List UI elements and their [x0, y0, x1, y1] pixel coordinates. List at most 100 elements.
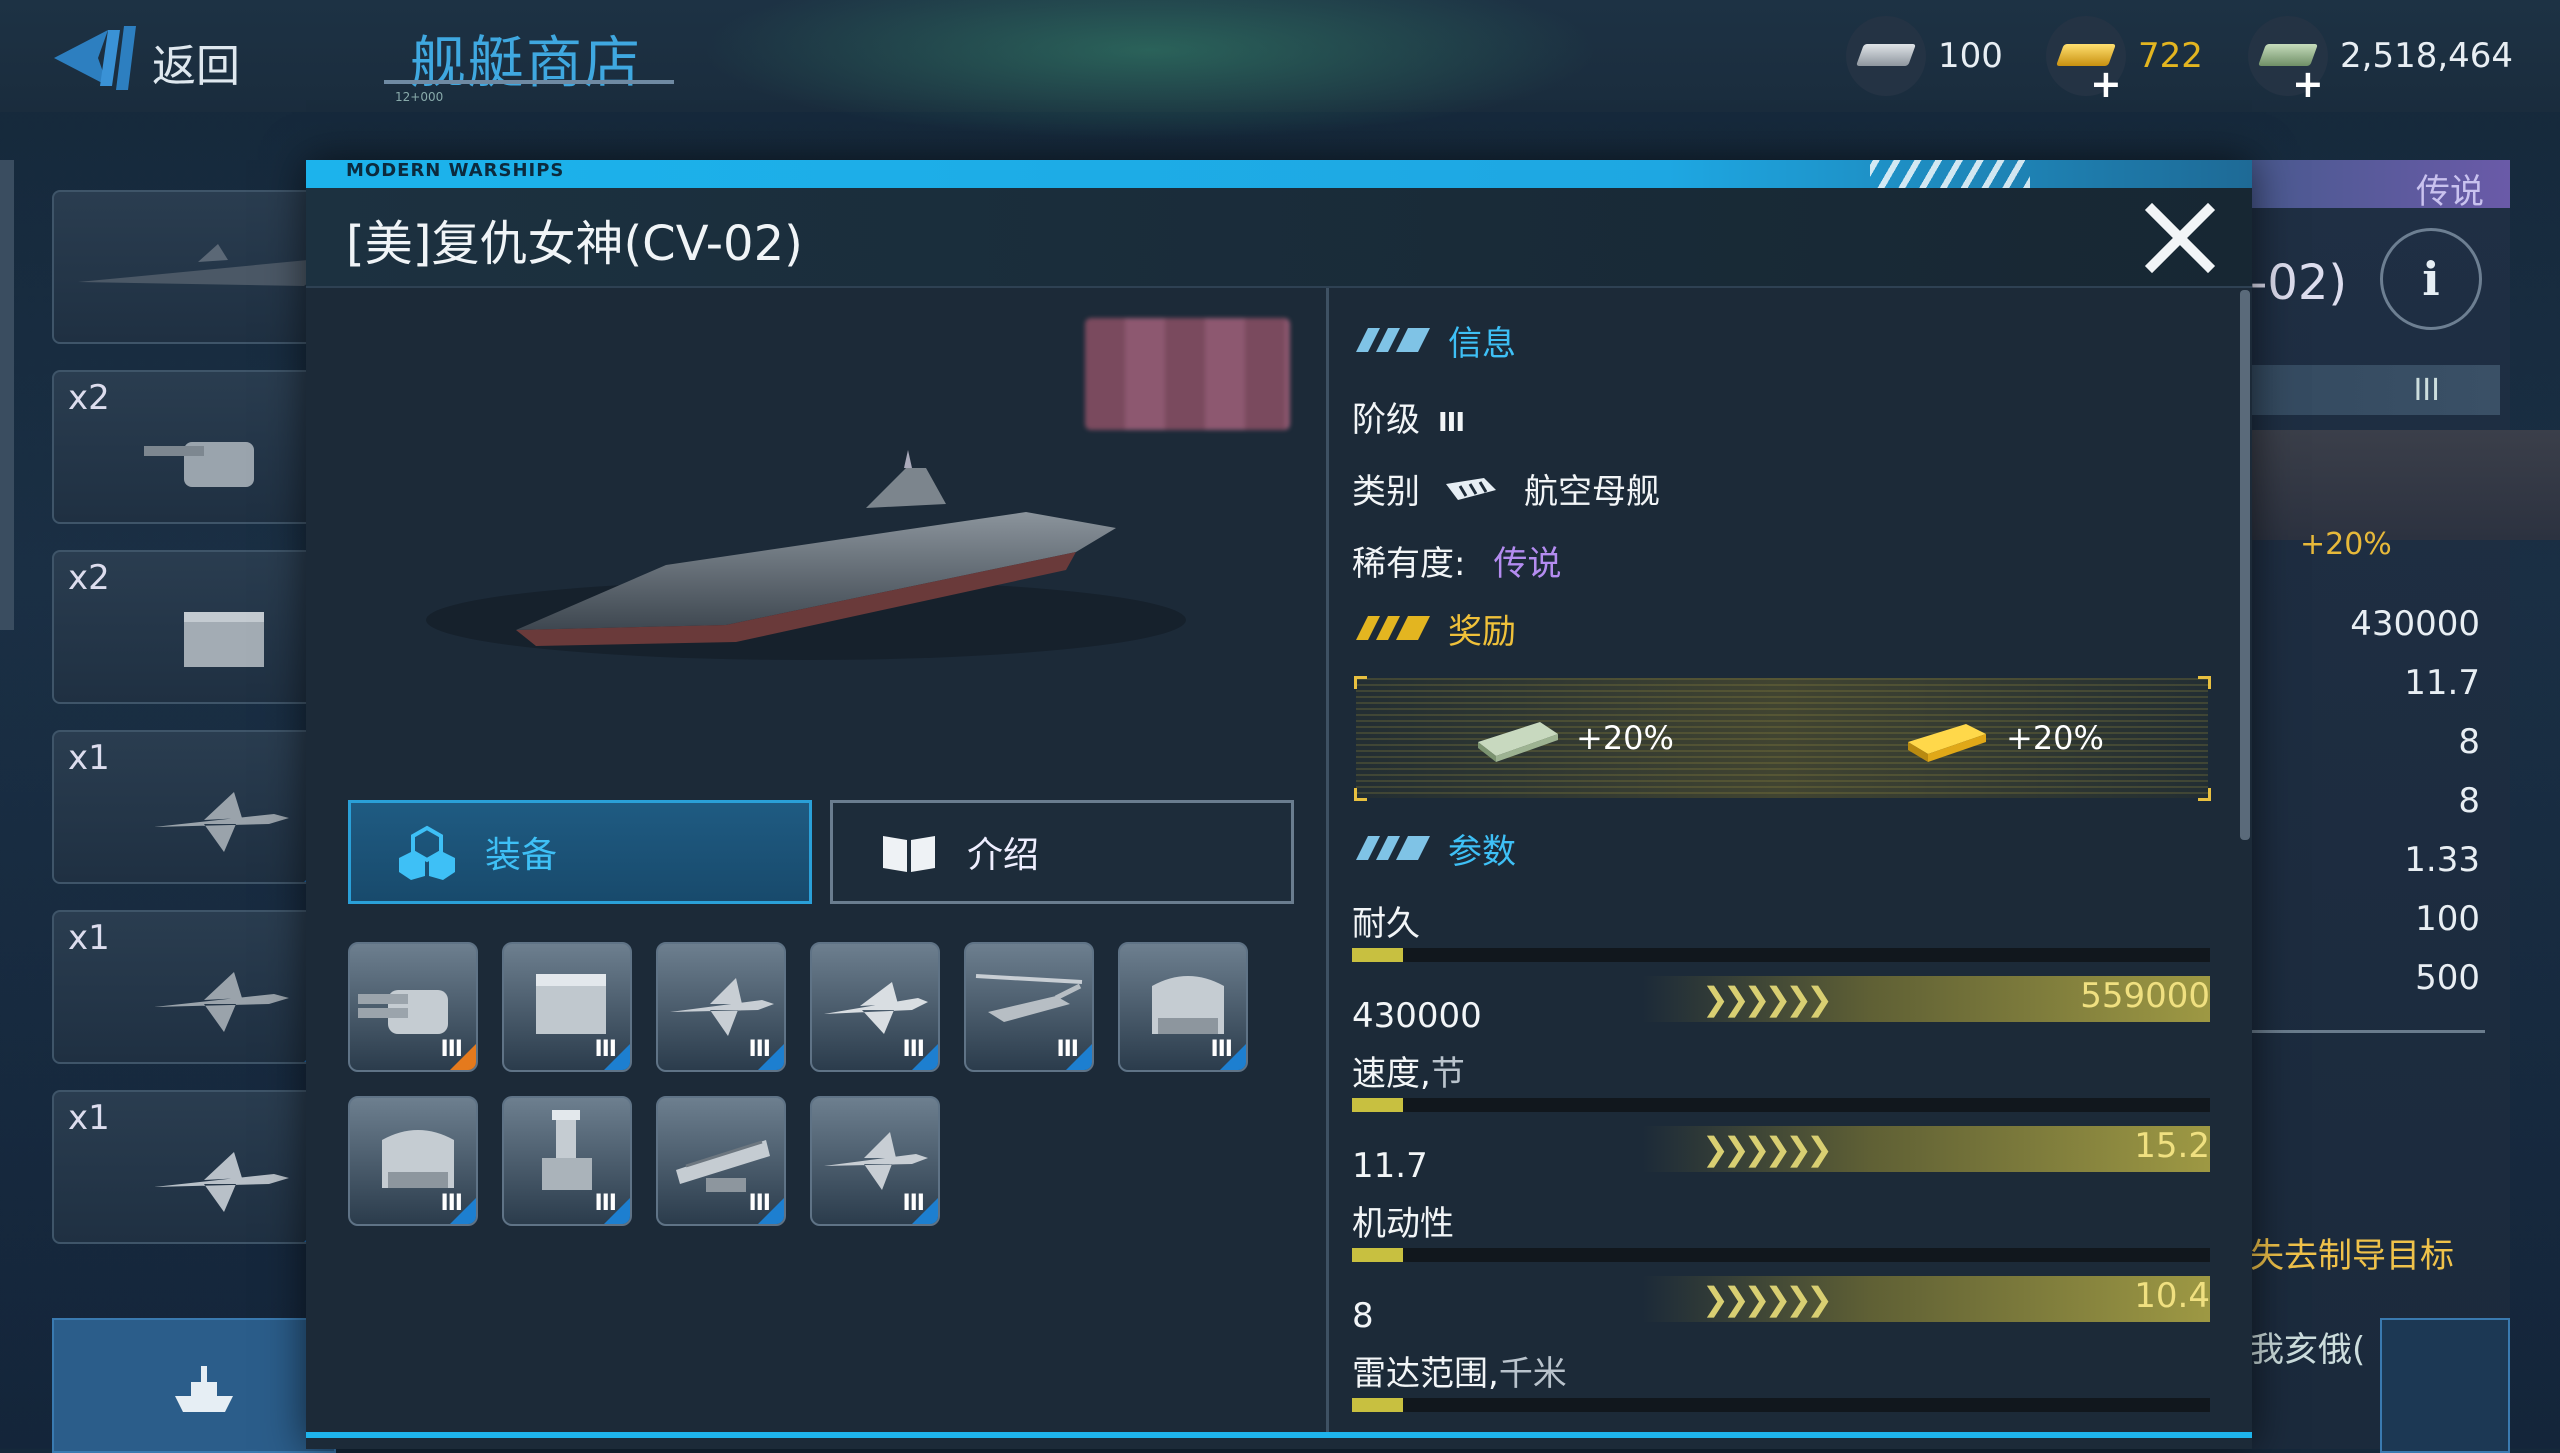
plus-icon[interactable]: +: [2090, 62, 2122, 106]
list-item[interactable]: x1: [52, 730, 336, 884]
currency-dollars[interactable]: + 2,518,464: [2248, 16, 2514, 106]
back-button-label[interactable]: 返回: [152, 30, 240, 94]
stealth-fighter-icon: [670, 978, 774, 1036]
background-bonus: +20%: [2300, 527, 2392, 562]
equipment-tier: III: [594, 1191, 617, 1216]
equipment-slot[interactable]: III: [502, 1096, 632, 1226]
list-item[interactable]: x2: [52, 370, 336, 524]
stat-values: ❯❯❯❯❯❯ 11.7 15.2: [1352, 1126, 2210, 1186]
back-arrow-icon[interactable]: [50, 22, 140, 94]
stat-current: 11.7: [1352, 1146, 1428, 1186]
gold-bonus: +20%: [2006, 719, 2104, 757]
equipment-tier: III: [1056, 1037, 1079, 1062]
currency-silver: 100: [1846, 16, 2003, 96]
missile-launcher-icon: [184, 612, 264, 667]
frame-corner: [1354, 676, 1367, 689]
tab-intro[interactable]: 介绍: [830, 800, 1294, 904]
equipment-slot[interactable]: III: [656, 942, 786, 1072]
type-value: 航空母舰: [1524, 472, 1660, 512]
item-count: x2: [68, 378, 110, 418]
stat-label: 机动性: [1352, 1204, 1454, 1244]
list-item[interactable]: x1: [52, 1090, 336, 1244]
background-value: 1.33: [2404, 840, 2480, 880]
ship-model-preview[interactable]: [306, 290, 1324, 790]
equipment-slot[interactable]: III: [810, 942, 940, 1072]
equipment-slot[interactable]: III: [656, 1096, 786, 1226]
open-book-icon: [883, 836, 935, 872]
background-title-fragment: -02): [2250, 255, 2348, 311]
ciws-turret-icon: [382, 1130, 454, 1188]
item-count: x2: [68, 558, 110, 598]
missile-box-launcher-icon: [536, 974, 606, 1034]
currency-gold[interactable]: + 722: [2046, 16, 2203, 106]
section-params: 参数: [1352, 828, 1516, 872]
list-item[interactable]: x1: [52, 910, 336, 1064]
cannon-turret-icon: [144, 442, 254, 487]
naval-gun-icon: [358, 990, 448, 1034]
info-icon[interactable]: i: [2380, 228, 2482, 330]
plus-icon[interactable]: +: [2292, 62, 2324, 106]
stat-max: 559000: [2080, 976, 2210, 1016]
upgrade-chevrons-icon: ❯❯❯❯❯❯: [1702, 1280, 1833, 1318]
dollars-value: 2,518,464: [2340, 36, 2514, 76]
shop-title-underline: [384, 80, 674, 84]
upgrade-chevrons-icon: ❯❯❯❯❯❯: [1702, 980, 1833, 1018]
background-value: 430000: [2350, 604, 2480, 644]
jet-fighter-icon: [154, 1152, 289, 1212]
column-divider: [1326, 288, 1329, 1438]
section-info: 信息: [1352, 320, 1516, 364]
section-reward-title: 奖励: [1448, 611, 1516, 652]
list-item[interactable]: x2: [52, 550, 336, 704]
stat-label: 雷达范围,千米: [1352, 1354, 1567, 1394]
tab-intro-label: 介绍: [967, 835, 1040, 876]
stat-current: 430000: [1352, 996, 1482, 1036]
item-count: x1: [68, 918, 110, 958]
equipment-slot[interactable]: III: [1118, 942, 1248, 1072]
background-value: 8: [2458, 722, 2480, 762]
stat-label: 耐久: [1352, 904, 1420, 944]
dollar-bonus: +20%: [1576, 719, 1674, 757]
stat-bar: [1352, 948, 2210, 962]
tab-equipment[interactable]: 装备: [348, 800, 812, 904]
equipment-tier: III: [902, 1037, 925, 1062]
background-hint: 失去制导目标: [2250, 1236, 2454, 1276]
equipment-slot[interactable]: III: [348, 942, 478, 1072]
equipment-slot[interactable]: III: [502, 942, 632, 1072]
jet-fighter-icon: [824, 982, 928, 1034]
equipment-tier: III: [1210, 1037, 1233, 1062]
tier-value: III: [1438, 408, 1465, 438]
close-icon[interactable]: [2140, 198, 2220, 278]
equipment-tier: III: [594, 1037, 617, 1062]
frame-corner: [2198, 788, 2211, 801]
background-scene: [2250, 430, 2560, 540]
left-scroll-indicator: [0, 160, 14, 630]
stat-bar-fill: [1352, 948, 1404, 962]
equipment-tier: III: [440, 1191, 463, 1216]
jet-fighter-icon: [154, 792, 289, 852]
equipment-tier: III: [748, 1191, 771, 1216]
list-item[interactable]: [52, 190, 336, 344]
ship-icon: [175, 1366, 233, 1412]
stat-current: 8: [1352, 1296, 1374, 1336]
fleet-button[interactable]: [52, 1318, 336, 1453]
shop-subtitle: 12+000: [395, 90, 444, 104]
background-action-button[interactable]: [2380, 1318, 2510, 1453]
type-label: 类别: [1352, 472, 1420, 512]
decorative-stripes: [1870, 160, 2030, 188]
equipment-slot[interactable]: III: [348, 1096, 478, 1226]
equipment-slot[interactable]: III: [964, 942, 1094, 1072]
equipment-slot[interactable]: III: [810, 1096, 940, 1226]
stat-bar: [1352, 1398, 2210, 1412]
reward-dollar: +20%: [1470, 712, 1674, 764]
scrollbar[interactable]: [2240, 290, 2250, 840]
attack-helicopter-icon: [975, 974, 1083, 1022]
rarity-value: 传说: [1493, 544, 1562, 584]
background-divider: [2250, 1030, 2485, 1033]
stat-values: ❯❯❯❯❯❯ 430000 559000: [1352, 976, 2210, 1036]
background-hint-2: 我亥俄(: [2250, 1330, 2366, 1370]
stat-values: ❯❯❯❯❯❯ 8 10.4: [1352, 1276, 2210, 1336]
background-value: 11.7: [2404, 663, 2480, 703]
equipment-tier: III: [902, 1191, 925, 1216]
upgrade-gradient: ❯❯❯❯❯❯: [1642, 1276, 2210, 1322]
stat-bar: [1352, 1098, 2210, 1112]
